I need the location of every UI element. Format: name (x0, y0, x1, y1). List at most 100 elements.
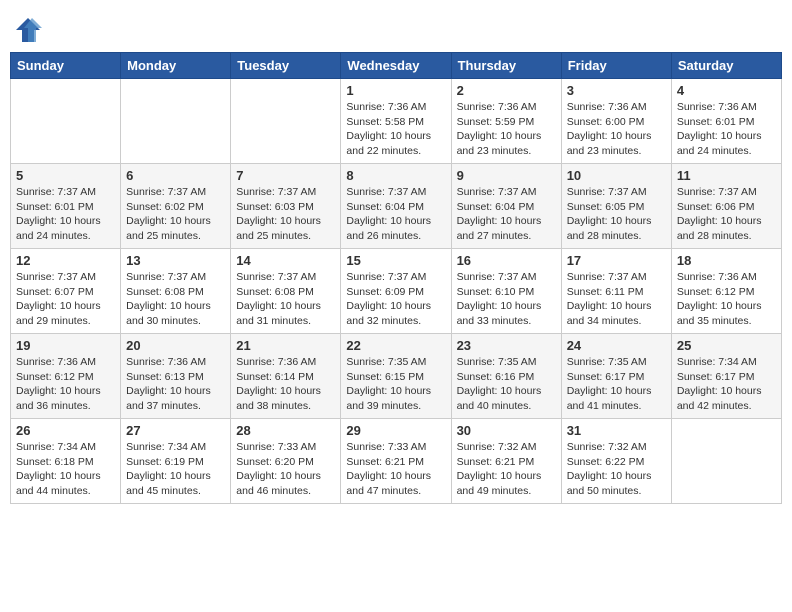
calendar-cell (671, 419, 781, 504)
calendar-cell: 26 Sunrise: 7:34 AM Sunset: 6:18 PM Dayli… (11, 419, 121, 504)
day-number: 27 (126, 423, 225, 438)
day-number: 1 (346, 83, 445, 98)
calendar-cell: 4 Sunrise: 7:36 AM Sunset: 6:01 PM Daylig… (671, 79, 781, 164)
calendar-header-row: SundayMondayTuesdayWednesdayThursdayFrid… (11, 53, 782, 79)
calendar-cell: 17 Sunrise: 7:37 AM Sunset: 6:11 PM Dayli… (561, 249, 671, 334)
day-info: Sunrise: 7:37 AM Sunset: 6:09 PM Dayligh… (346, 270, 445, 329)
day-info: Sunrise: 7:32 AM Sunset: 6:21 PM Dayligh… (457, 440, 556, 499)
calendar-day-header: Sunday (11, 53, 121, 79)
calendar-cell: 14Sunrise: 7:37 AM Sunset: 6:08 PM Dayli… (231, 249, 341, 334)
calendar-cell: 15Sunrise: 7:37 AM Sunset: 6:09 PM Dayli… (341, 249, 451, 334)
day-number: 30 (457, 423, 556, 438)
day-number: 6 (126, 168, 225, 183)
day-info: Sunrise: 7:33 AM Sunset: 6:21 PM Dayligh… (346, 440, 445, 499)
calendar-cell: 21 Sunrise: 7:36 AM Sunset: 6:14 PM Dayli… (231, 334, 341, 419)
calendar-cell: 3 Sunrise: 7:36 AM Sunset: 6:00 PM Daylig… (561, 79, 671, 164)
calendar-cell: 23Sunrise: 7:35 AM Sunset: 6:16 PM Dayli… (451, 334, 561, 419)
day-number: 12 (16, 253, 115, 268)
day-info: Sunrise: 7:36 AM Sunset: 6:01 PM Dayligh… (677, 100, 776, 159)
calendar-cell: 10 Sunrise: 7:37 AM Sunset: 6:05 PM Dayli… (561, 164, 671, 249)
calendar-week-row: 1 Sunrise: 7:36 AM Sunset: 5:58 PM Daylig… (11, 79, 782, 164)
calendar-cell: 5Sunrise: 7:37 AM Sunset: 6:01 PM Daylig… (11, 164, 121, 249)
day-info: Sunrise: 7:34 AM Sunset: 6:18 PM Dayligh… (16, 440, 115, 499)
calendar-cell: 2 Sunrise: 7:36 AM Sunset: 5:59 PM Daylig… (451, 79, 561, 164)
calendar-cell: 25 Sunrise: 7:34 AM Sunset: 6:17 PM Dayli… (671, 334, 781, 419)
calendar-cell: 9Sunrise: 7:37 AM Sunset: 6:04 PM Daylig… (451, 164, 561, 249)
day-number: 19 (16, 338, 115, 353)
day-info: Sunrise: 7:36 AM Sunset: 6:12 PM Dayligh… (677, 270, 776, 329)
day-number: 31 (567, 423, 666, 438)
day-info: Sunrise: 7:32 AM Sunset: 6:22 PM Dayligh… (567, 440, 666, 499)
calendar-cell: 13Sunrise: 7:37 AM Sunset: 6:08 PM Dayli… (121, 249, 231, 334)
day-number: 25 (677, 338, 776, 353)
day-number: 2 (457, 83, 556, 98)
day-info: Sunrise: 7:33 AM Sunset: 6:20 PM Dayligh… (236, 440, 335, 499)
day-number: 18 (677, 253, 776, 268)
calendar-cell: 29Sunrise: 7:33 AM Sunset: 6:21 PM Dayli… (341, 419, 451, 504)
day-info: Sunrise: 7:34 AM Sunset: 6:19 PM Dayligh… (126, 440, 225, 499)
day-info: Sunrise: 7:36 AM Sunset: 6:14 PM Dayligh… (236, 355, 335, 414)
calendar-cell: 18 Sunrise: 7:36 AM Sunset: 6:12 PM Dayli… (671, 249, 781, 334)
day-info: Sunrise: 7:37 AM Sunset: 6:08 PM Dayligh… (126, 270, 225, 329)
calendar-cell: 7 Sunrise: 7:37 AM Sunset: 6:03 PM Daylig… (231, 164, 341, 249)
calendar-table: SundayMondayTuesdayWednesdayThursdayFrid… (10, 52, 782, 504)
day-info: Sunrise: 7:35 AM Sunset: 6:17 PM Dayligh… (567, 355, 666, 414)
calendar-cell: 28 Sunrise: 7:33 AM Sunset: 6:20 PM Dayli… (231, 419, 341, 504)
calendar-week-row: 5Sunrise: 7:37 AM Sunset: 6:01 PM Daylig… (11, 164, 782, 249)
calendar-day-header: Saturday (671, 53, 781, 79)
calendar-cell: 24Sunrise: 7:35 AM Sunset: 6:17 PM Dayli… (561, 334, 671, 419)
day-number: 10 (567, 168, 666, 183)
day-info: Sunrise: 7:36 AM Sunset: 5:59 PM Dayligh… (457, 100, 556, 159)
day-info: Sunrise: 7:37 AM Sunset: 6:05 PM Dayligh… (567, 185, 666, 244)
calendar-day-header: Tuesday (231, 53, 341, 79)
day-number: 4 (677, 83, 776, 98)
day-number: 20 (126, 338, 225, 353)
calendar-cell: 1 Sunrise: 7:36 AM Sunset: 5:58 PM Daylig… (341, 79, 451, 164)
calendar-cell: 11 Sunrise: 7:37 AM Sunset: 6:06 PM Dayli… (671, 164, 781, 249)
day-info: Sunrise: 7:37 AM Sunset: 6:11 PM Dayligh… (567, 270, 666, 329)
day-info: Sunrise: 7:37 AM Sunset: 6:07 PM Dayligh… (16, 270, 115, 329)
calendar-cell: 6 Sunrise: 7:37 AM Sunset: 6:02 PM Daylig… (121, 164, 231, 249)
calendar-cell: 27 Sunrise: 7:34 AM Sunset: 6:19 PM Dayli… (121, 419, 231, 504)
calendar-week-row: 19 Sunrise: 7:36 AM Sunset: 6:12 PM Dayli… (11, 334, 782, 419)
calendar-cell: 8Sunrise: 7:37 AM Sunset: 6:04 PM Daylig… (341, 164, 451, 249)
day-number: 21 (236, 338, 335, 353)
calendar-cell: 16Sunrise: 7:37 AM Sunset: 6:10 PM Dayli… (451, 249, 561, 334)
calendar-day-header: Thursday (451, 53, 561, 79)
calendar-day-header: Wednesday (341, 53, 451, 79)
day-number: 28 (236, 423, 335, 438)
day-number: 9 (457, 168, 556, 183)
calendar-cell (11, 79, 121, 164)
calendar-cell (231, 79, 341, 164)
logo-icon (14, 16, 42, 44)
day-info: Sunrise: 7:37 AM Sunset: 6:03 PM Dayligh… (236, 185, 335, 244)
calendar-cell: 12 Sunrise: 7:37 AM Sunset: 6:07 PM Dayli… (11, 249, 121, 334)
day-info: Sunrise: 7:37 AM Sunset: 6:08 PM Dayligh… (236, 270, 335, 329)
day-number: 8 (346, 168, 445, 183)
day-info: Sunrise: 7:37 AM Sunset: 6:01 PM Dayligh… (16, 185, 115, 244)
logo (14, 16, 46, 44)
day-info: Sunrise: 7:36 AM Sunset: 6:00 PM Dayligh… (567, 100, 666, 159)
day-number: 3 (567, 83, 666, 98)
calendar-day-header: Friday (561, 53, 671, 79)
calendar-week-row: 26 Sunrise: 7:34 AM Sunset: 6:18 PM Dayli… (11, 419, 782, 504)
calendar-cell: 22Sunrise: 7:35 AM Sunset: 6:15 PM Dayli… (341, 334, 451, 419)
day-info: Sunrise: 7:36 AM Sunset: 5:58 PM Dayligh… (346, 100, 445, 159)
day-number: 26 (16, 423, 115, 438)
day-info: Sunrise: 7:35 AM Sunset: 6:16 PM Dayligh… (457, 355, 556, 414)
day-info: Sunrise: 7:36 AM Sunset: 6:12 PM Dayligh… (16, 355, 115, 414)
calendar-cell: 31 Sunrise: 7:32 AM Sunset: 6:22 PM Dayli… (561, 419, 671, 504)
day-number: 17 (567, 253, 666, 268)
day-info: Sunrise: 7:34 AM Sunset: 6:17 PM Dayligh… (677, 355, 776, 414)
calendar-cell: 19 Sunrise: 7:36 AM Sunset: 6:12 PM Dayli… (11, 334, 121, 419)
day-number: 7 (236, 168, 335, 183)
day-info: Sunrise: 7:37 AM Sunset: 6:06 PM Dayligh… (677, 185, 776, 244)
day-info: Sunrise: 7:37 AM Sunset: 6:10 PM Dayligh… (457, 270, 556, 329)
page-header (10, 10, 782, 44)
calendar-week-row: 12 Sunrise: 7:37 AM Sunset: 6:07 PM Dayli… (11, 249, 782, 334)
day-info: Sunrise: 7:35 AM Sunset: 6:15 PM Dayligh… (346, 355, 445, 414)
day-info: Sunrise: 7:37 AM Sunset: 6:02 PM Dayligh… (126, 185, 225, 244)
day-info: Sunrise: 7:36 AM Sunset: 6:13 PM Dayligh… (126, 355, 225, 414)
day-number: 11 (677, 168, 776, 183)
calendar-cell: 30 Sunrise: 7:32 AM Sunset: 6:21 PM Dayli… (451, 419, 561, 504)
